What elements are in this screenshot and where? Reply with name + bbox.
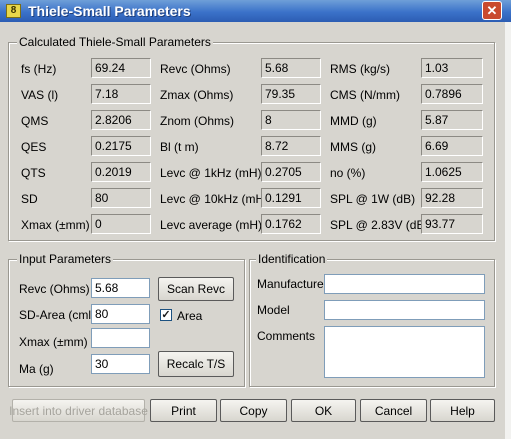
model-input[interactable] <box>324 300 485 320</box>
window-title: Thiele-Small Parameters <box>28 3 191 19</box>
param-value-field: 5.87 <box>421 110 483 130</box>
param-value-field: 69.24 <box>91 58 151 78</box>
cancel-button[interactable]: Cancel <box>360 399 427 422</box>
param-value-field: 8.72 <box>261 136 321 156</box>
param-label: Zmax (Ohms) <box>160 88 234 102</box>
param-label: Bl (t m) <box>160 140 199 154</box>
area-checkbox[interactable]: ✓ <box>160 309 172 321</box>
param-label: MMD (g) <box>330 114 377 128</box>
param-value-field: 0.1762 <box>261 214 321 234</box>
input-params-legend: Input Parameters <box>17 252 114 266</box>
param-value-field: 80 <box>91 188 151 208</box>
param-label: MMS (g) <box>330 140 376 154</box>
close-button[interactable]: ✕ <box>482 1 502 20</box>
comments-label: Comments <box>257 329 316 343</box>
copy-button[interactable]: Copy <box>220 399 287 422</box>
identification-legend: Identification <box>256 252 328 266</box>
insert-into-database-button[interactable]: Insert into driver database <box>9 399 148 422</box>
manufacturer-label: Manufacturer <box>257 277 328 291</box>
recalc-ts-button[interactable]: Recalc T/S <box>158 351 234 377</box>
param-value-field: 0.2705 <box>261 162 321 182</box>
model-label: Model <box>257 303 290 317</box>
param-label: Revc (Ohms) <box>160 62 231 76</box>
param-label: QMS <box>21 114 49 128</box>
param-value-field: 0 <box>91 214 151 234</box>
area-checkbox-label: Area <box>177 309 203 323</box>
param-value-field: 0.1291 <box>261 188 321 208</box>
revc-input-label: Revc (Ohms) <box>19 282 90 296</box>
param-value-field: 0.2019 <box>91 162 151 182</box>
param-label: VAS (l) <box>21 88 59 102</box>
param-label: fs (Hz) <box>21 62 57 76</box>
param-label: Levc average (mH) <box>160 218 263 232</box>
manufacturer-input[interactable] <box>324 274 485 294</box>
help-button[interactable]: Help <box>430 399 495 422</box>
param-label: SD <box>21 192 38 206</box>
scan-revc-button[interactable]: Scan Revc <box>158 277 234 301</box>
param-value-field: 6.69 <box>421 136 483 156</box>
ok-button[interactable]: OK <box>291 399 356 422</box>
print-button[interactable]: Print <box>150 399 217 422</box>
app-icon: 8 <box>6 4 21 18</box>
param-label: Znom (Ohms) <box>160 114 235 128</box>
param-label: QES <box>21 140 47 154</box>
ma-input[interactable]: 30 <box>91 354 150 374</box>
param-label: Levc @ 10kHz (mH) <box>160 192 269 206</box>
xmax-input-label: Xmax (±mm) <box>19 335 88 349</box>
param-label: QTS <box>21 166 46 180</box>
param-label: RMS (kg/s) <box>330 62 390 76</box>
xmax-input[interactable] <box>91 328 150 348</box>
revc-input[interactable]: 5.68 <box>91 278 150 298</box>
param-label: no (%) <box>330 166 366 180</box>
param-label: Xmax (±mm) <box>21 218 90 232</box>
param-value-field: 8 <box>261 110 321 130</box>
param-label: CMS (N/mm) <box>330 88 400 102</box>
calculated-params-legend: Calculated Thiele-Small Parameters <box>17 35 213 49</box>
param-value-field: 1.0625 <box>421 162 483 182</box>
param-value-field: 1.03 <box>421 58 483 78</box>
comments-textarea[interactable] <box>324 326 485 378</box>
param-value-field: 0.7896 <box>421 84 483 104</box>
param-value-field: 93.77 <box>421 214 483 234</box>
param-value-field: 2.8206 <box>91 110 151 130</box>
param-label: SPL @ 1W (dB) <box>330 192 416 206</box>
param-label: Levc @ 1kHz (mH) <box>160 166 262 180</box>
param-value-field: 7.18 <box>91 84 151 104</box>
param-label: SPL @ 2.83V (dB) <box>330 218 429 232</box>
background-strip <box>505 22 511 439</box>
param-value-field: 5.68 <box>261 58 321 78</box>
sd-area-input[interactable]: 80 <box>91 304 150 324</box>
sd-area-label: SD-Area (cml) <box>19 308 96 322</box>
param-value-field: 79.35 <box>261 84 321 104</box>
param-value-field: 92.28 <box>421 188 483 208</box>
param-value-field: 0.2175 <box>91 136 151 156</box>
ma-input-label: Ma (g) <box>19 362 54 376</box>
